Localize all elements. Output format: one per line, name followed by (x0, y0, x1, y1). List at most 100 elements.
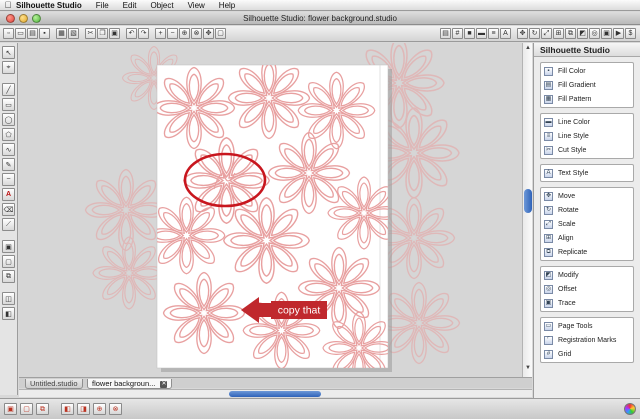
panel-item-trace[interactable]: ▣ Trace (541, 296, 633, 310)
minimize-window-button[interactable] (19, 14, 28, 23)
scroll-up-arrow-icon[interactable]: ▲ (524, 45, 532, 53)
undo-icon[interactable]: ↶ (126, 28, 137, 39)
panel-item-registration-marks[interactable]: ⌜ Registration Marks (541, 333, 633, 347)
group-icon[interactable]: ▣ (4, 403, 17, 415)
panel-item-line-style[interactable]: ≡ Line Style (541, 129, 633, 143)
vertical-scroll-thumb[interactable] (524, 189, 532, 213)
zoom-in-icon[interactable]: + (155, 28, 166, 39)
cut-print-icon[interactable]: ▧ (68, 28, 79, 39)
copy-icon[interactable]: ❐ (97, 28, 108, 39)
menu-view[interactable]: View (188, 1, 205, 10)
select-tool-icon[interactable]: ↖ (2, 46, 15, 59)
delete-icon[interactable]: ⊗ (109, 403, 122, 415)
panel-item-replicate[interactable]: ⧉ Replicate (541, 245, 633, 259)
grid-toolbar-icon[interactable]: # (452, 28, 463, 39)
polygon-tool-icon[interactable]: ⬠ (2, 128, 15, 141)
menu-file[interactable]: File (96, 1, 109, 10)
color-wheel-icon[interactable] (624, 403, 636, 415)
cut-icon[interactable]: ✂ (85, 28, 96, 39)
store-icon[interactable]: $ (625, 28, 636, 39)
rectangle-tool-icon[interactable]: ▭ (2, 98, 15, 111)
tab-flower-background[interactable]: flower backgroun... ✕ (87, 379, 173, 389)
panel-item-offset[interactable]: ◎ Offset (541, 282, 633, 296)
panel-item-page-tools[interactable]: ▭ Page Tools (541, 319, 633, 333)
zoom-window-button[interactable] (32, 14, 41, 23)
group-tool-icon[interactable]: ▣ (2, 240, 15, 253)
eraser-tool-icon[interactable]: ⌫ (2, 203, 15, 216)
freehand-tool-icon[interactable]: ✎ (2, 158, 15, 171)
scale-toolbar-icon[interactable]: ⤢ (541, 28, 552, 39)
panel-item-text-style[interactable]: A Text Style (541, 166, 633, 180)
text-style-toolbar-icon[interactable]: A (500, 28, 511, 39)
panel-item-line-color[interactable]: ▬ Line Color (541, 115, 633, 129)
panel-item-grid[interactable]: # Grid (541, 347, 633, 361)
library-icon[interactable]: ▤ (27, 28, 38, 39)
fill-toolbar-icon[interactable]: ■ (464, 28, 475, 39)
edit-points-tool-icon[interactable]: ⌖ (2, 61, 15, 74)
menu-edit[interactable]: Edit (123, 1, 137, 10)
panel-item-label: Text Style (558, 169, 589, 177)
line-color-toolbar-icon[interactable]: ▬ (476, 28, 487, 39)
panel-item-scale[interactable]: ⤢ Scale (541, 217, 633, 231)
close-window-button[interactable] (6, 14, 15, 23)
send-to-back-icon[interactable]: ◨ (77, 403, 90, 415)
panel-item-move[interactable]: ✥ Move (541, 189, 633, 203)
panel-item-fill-gradient[interactable]: ▤ Fill Gradient (541, 78, 633, 92)
align-toolbar-icon[interactable]: ⊞ (553, 28, 564, 39)
make-compound-path-icon[interactable]: ◫ (2, 292, 15, 305)
pan-icon[interactable]: ✥ (203, 28, 214, 39)
send-to-silhouette-icon[interactable]: ▶ (613, 28, 624, 39)
print-icon[interactable]: ▦ (56, 28, 67, 39)
close-tab-icon[interactable]: ✕ (160, 380, 168, 388)
horizontal-scroll-thumb[interactable] (229, 391, 321, 397)
panel-item-modify[interactable]: ◩ Modify (541, 268, 633, 282)
trace-toolbar-icon[interactable]: ▣ (601, 28, 612, 39)
zoom-out-icon[interactable]: − (167, 28, 178, 39)
redo-icon[interactable]: ↷ (138, 28, 149, 39)
vertical-scrollbar[interactable]: ▲ ▼ (522, 43, 532, 377)
panel-item-rotate[interactable]: ↻ Rotate (541, 203, 633, 217)
page-setup-icon[interactable]: ▤ (440, 28, 451, 39)
page-group: ▭ Page Tools ⌜ Registration Marks # Grid (540, 317, 634, 363)
save-icon[interactable]: ▪ (39, 28, 50, 39)
modify-toolbar-icon[interactable]: ◩ (577, 28, 588, 39)
line-style-toolbar-icon[interactable]: ≡ (488, 28, 499, 39)
move-toolbar-icon[interactable]: ✥ (517, 28, 528, 39)
ungroup-tool-icon[interactable]: ▢ (2, 255, 15, 268)
rotate-toolbar-icon[interactable]: ↻ (529, 28, 540, 39)
new-document-icon[interactable]: ▫ (3, 28, 14, 39)
panel-item-cut-style[interactable]: ✂ Cut Style (541, 143, 633, 157)
knife-tool-icon[interactable]: ⟋ (2, 218, 15, 231)
release-compound-path-icon[interactable]: ◧ (2, 307, 15, 320)
menu-app-name[interactable]: Silhouette Studio (16, 1, 82, 10)
horizontal-scrollbar[interactable] (19, 389, 532, 397)
weld-icon[interactable]: ⊕ (93, 403, 106, 415)
duplicate-icon[interactable]: ⧉ (36, 403, 49, 415)
open-icon[interactable]: ▭ (15, 28, 26, 39)
ungroup-icon[interactable]: ▢ (20, 403, 33, 415)
fill-pattern-icon: ▦ (544, 94, 553, 104)
replicate-toolbar-icon[interactable]: ⧉ (565, 28, 576, 39)
tab-untitled[interactable]: Untitled.studio (25, 379, 83, 389)
offset-toolbar-icon[interactable]: ◎ (589, 28, 600, 39)
text-tool-icon[interactable]: A (2, 188, 15, 201)
bring-to-front-icon[interactable]: ◧ (61, 403, 74, 415)
weld-tool-icon[interactable]: ⧉ (2, 270, 15, 283)
zoom-drag-icon[interactable]: ⊕ (179, 28, 190, 39)
ellipse-tool-icon[interactable]: ◯ (2, 113, 15, 126)
panel-item-fill-pattern[interactable]: ▦ Fill Pattern (541, 92, 633, 106)
panel-item-label: Line Style (558, 132, 589, 140)
smooth-freehand-tool-icon[interactable]: ~ (2, 173, 15, 186)
zoom-page-icon[interactable]: ▢ (215, 28, 226, 39)
zoom-fit-icon[interactable]: ⊗ (191, 28, 202, 39)
paste-icon[interactable]: ▣ (109, 28, 120, 39)
curve-tool-icon[interactable]: ∿ (2, 143, 15, 156)
apple-icon[interactable]:  (0, 0, 16, 10)
menu-object[interactable]: Object (150, 1, 173, 10)
scroll-down-arrow-icon[interactable]: ▼ (524, 365, 532, 373)
design-canvas[interactable]: copy that (19, 43, 522, 377)
panel-item-fill-color[interactable]: ▪ Fill Color (541, 64, 633, 78)
menu-help[interactable]: Help (219, 1, 235, 10)
line-tool-icon[interactable]: ╱ (2, 83, 15, 96)
panel-item-align[interactable]: ⊞ Align (541, 231, 633, 245)
